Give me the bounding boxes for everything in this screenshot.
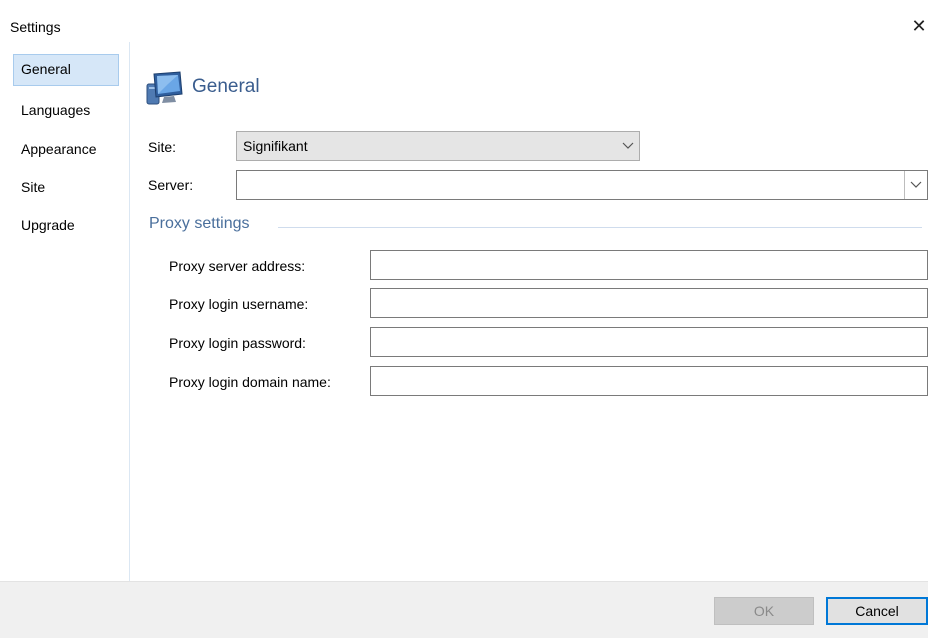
nav-item-languages[interactable]: Languages <box>14 94 120 126</box>
site-select[interactable]: Signifikant <box>236 131 640 161</box>
proxy-login-password-field[interactable] <box>370 327 928 357</box>
nav-item-appearance[interactable]: Appearance <box>14 133 120 165</box>
window-title: Settings <box>10 19 61 35</box>
section-divider <box>278 227 922 228</box>
proxy-login-username-field[interactable] <box>370 288 928 318</box>
page-title: General <box>192 76 260 97</box>
proxy-login-domain-name-field[interactable] <box>370 366 928 396</box>
proxy-login-domain-name-label: Proxy login domain name: <box>169 374 331 390</box>
cancel-button[interactable]: Cancel <box>826 597 928 625</box>
proxy-login-username-label: Proxy login username: <box>169 296 309 312</box>
chevron-down-icon <box>617 132 639 160</box>
computer-monitor-icon <box>146 70 186 106</box>
chevron-down-icon[interactable] <box>904 171 927 199</box>
settings-dialog: Settings ✕ General Languages Appearance … <box>0 0 928 638</box>
server-combobox[interactable] <box>236 170 928 200</box>
proxy-section-title: Proxy settings <box>149 215 250 232</box>
proxy-login-password-label: Proxy login password: <box>169 335 306 351</box>
nav-item-site[interactable]: Site <box>14 171 120 203</box>
server-label: Server: <box>148 177 194 193</box>
proxy-server-address-field[interactable] <box>370 250 928 280</box>
site-select-value: Signifikant <box>243 138 308 154</box>
close-icon[interactable]: ✕ <box>910 14 928 38</box>
title-bar: Settings ✕ <box>0 0 928 42</box>
settings-nav: General Languages Appearance Site Upgrad… <box>0 42 130 581</box>
proxy-server-address-label: Proxy server address: <box>169 258 306 274</box>
nav-item-general[interactable]: General <box>13 54 119 86</box>
site-label: Site: <box>148 139 177 155</box>
nav-item-upgrade[interactable]: Upgrade <box>14 209 120 241</box>
ok-button[interactable]: OK <box>714 597 814 625</box>
